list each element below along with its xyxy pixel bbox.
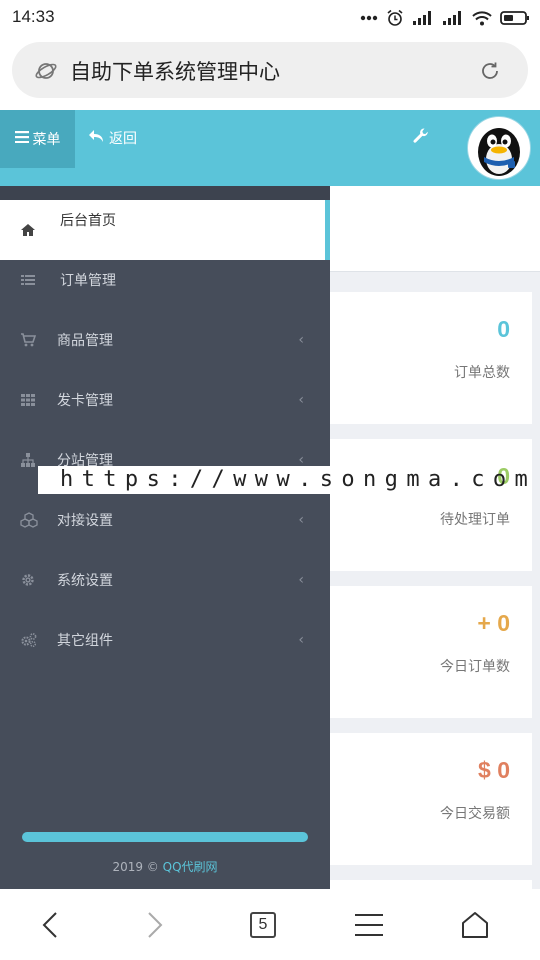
gear-icon <box>20 572 36 588</box>
hamburger-icon <box>14 131 29 147</box>
stat-card-today-revenue[interactable]: $ 0 今日交易额 <box>330 733 532 865</box>
stat-label: 待处理订单 <box>440 512 510 528</box>
back-button[interactable]: 返回 <box>88 128 137 148</box>
sidebar-topline <box>0 186 330 200</box>
signal-icon-2 <box>442 10 464 26</box>
chevron-right-icon <box>148 912 163 938</box>
penguin-avatar-icon <box>470 119 528 177</box>
watermark-banner: https://www.songma.com <box>38 466 528 494</box>
cubes-icon <box>20 512 38 528</box>
status-time: 14:33 <box>12 7 55 26</box>
gears-icon <box>20 632 37 648</box>
menu-nav-button[interactable] <box>349 907 389 943</box>
hamburger-icon <box>355 914 383 936</box>
sitemap-icon <box>20 452 36 468</box>
stat-value: + 0 <box>477 610 510 636</box>
sidebar-item-label: 系统设置 <box>57 573 113 589</box>
reply-arrow-icon <box>88 129 104 147</box>
stat-card-today-orders[interactable]: + 0 今日订单数 <box>330 586 532 718</box>
menu-label: 菜单 <box>32 132 61 148</box>
signal-icon <box>412 10 434 26</box>
top-card <box>330 186 540 272</box>
status-icons <box>360 9 530 27</box>
forward-nav-button[interactable] <box>135 907 175 943</box>
sidebar-progress-bar <box>22 832 308 842</box>
chevron-left-icon: ‹ <box>298 632 304 648</box>
chevron-left-icon: ‹ <box>298 512 304 528</box>
stat-label: 订单总数 <box>454 365 510 381</box>
stat-label: 今日交易额 <box>440 806 510 822</box>
more-dots-icon <box>360 15 378 21</box>
list-icon <box>20 272 36 288</box>
stat-label: 今日订单数 <box>440 659 510 675</box>
sidebar-item-cards[interactable]: 发卡管理 ‹ <box>0 370 330 430</box>
wrench-icon[interactable] <box>412 127 430 149</box>
menu-toggle-button[interactable]: 菜单 <box>0 110 75 168</box>
tab-count: 5 <box>250 912 276 938</box>
battery-icon <box>500 10 530 26</box>
alarm-icon <box>386 9 404 27</box>
wifi-icon <box>472 10 492 26</box>
browser-toolbar: 自助下单系统管理中心 <box>0 38 540 110</box>
reload-icon[interactable] <box>478 59 502 87</box>
status-bar: 14:33 <box>0 0 540 38</box>
stat-value: 0 <box>497 316 510 342</box>
address-title: 自助下单系统管理中心 <box>70 60 280 84</box>
home-icon <box>20 222 36 238</box>
sidebar: 后台首页 订单管理 商品管理 ‹ 发卡管理 ‹ 分站管理 ‹ 对接设置 ‹ 系统… <box>0 186 330 889</box>
footer-year: 2019 © <box>112 860 159 874</box>
sidebar-item-label: 对接设置 <box>57 513 113 529</box>
sidebar-item-label: 发卡管理 <box>57 393 113 409</box>
stat-card-partial <box>330 880 532 889</box>
chevron-left-icon: ‹ <box>298 392 304 408</box>
avatar[interactable] <box>468 117 530 179</box>
sidebar-item-products[interactable]: 商品管理 ‹ <box>0 310 330 370</box>
sidebar-item-orders[interactable]: 订单管理 <box>0 250 330 310</box>
stat-card-total-orders[interactable]: 0 订单总数 <box>330 292 532 424</box>
sidebar-item-label: 其它组件 <box>57 633 113 649</box>
sidebar-item-system-settings[interactable]: 系统设置 ‹ <box>0 550 330 610</box>
planet-icon <box>34 59 58 87</box>
back-nav-button[interactable] <box>30 907 70 943</box>
chevron-left-icon <box>42 912 57 938</box>
stat-value: $ 0 <box>478 757 510 783</box>
cart-icon <box>20 332 37 348</box>
browser-bottom-nav: 5 <box>0 889 540 960</box>
app-header: 菜单 返回 <box>0 110 540 186</box>
address-bar[interactable]: 自助下单系统管理中心 <box>12 42 528 98</box>
sidebar-item-integration[interactable]: 对接设置 ‹ <box>0 490 330 550</box>
sidebar-item-label: 商品管理 <box>57 333 113 349</box>
chevron-left-icon: ‹ <box>298 572 304 588</box>
stat-card-pending-orders[interactable]: 0 待处理订单 <box>330 439 532 571</box>
home-icon <box>462 912 488 938</box>
back-label: 返回 <box>109 131 137 147</box>
dashboard-main: 0 订单总数 0 待处理订单 + 0 今日订单数 $ 0 今日交易额 <box>330 186 540 889</box>
chevron-left-icon: ‹ <box>298 332 304 348</box>
sidebar-footer: 2019 © QQ代刷网 <box>0 858 330 875</box>
sidebar-item-label: 后台首页 <box>60 213 116 229</box>
grid-icon <box>20 392 36 408</box>
home-nav-button[interactable] <box>455 907 495 943</box>
tabs-button[interactable]: 5 <box>243 907 283 943</box>
footer-brand-link[interactable]: QQ代刷网 <box>163 860 218 874</box>
sidebar-item-other-components[interactable]: 其它组件 ‹ <box>0 610 330 670</box>
sidebar-item-label: 订单管理 <box>60 273 116 289</box>
